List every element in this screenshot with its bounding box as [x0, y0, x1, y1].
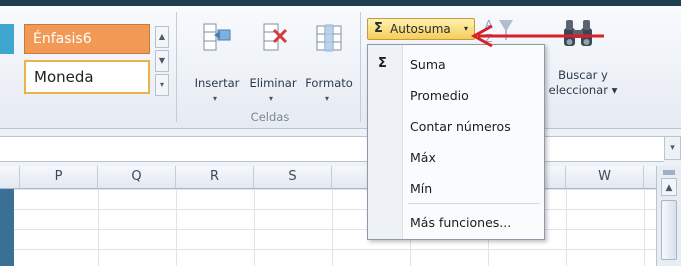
red-arrow-annotation: [470, 24, 604, 48]
cells-group: Insertar ▾ Eliminar ▾ Formato ▾ Celdas: [180, 6, 360, 128]
expand-formula-bar-button[interactable]: ▾: [664, 136, 681, 160]
menu-item-label: Suma: [410, 57, 446, 72]
column-header[interactable]: W: [566, 166, 644, 188]
menu-item-sum[interactable]: Σ Suma: [368, 53, 544, 77]
gallery-scroll-up-button[interactable]: ▲: [155, 26, 169, 48]
find-label-line2: eleccionar ▾: [548, 83, 618, 97]
group-divider: [176, 12, 177, 122]
vertical-scrollbar[interactable]: ▲: [656, 166, 681, 266]
style-swatch-partial[interactable]: [0, 24, 14, 54]
select-all-corner[interactable]: [0, 166, 20, 188]
style-accent6[interactable]: Énfasis6: [24, 24, 150, 54]
column-header[interactable]: Q: [98, 166, 176, 188]
autosum-label: Autosuma: [390, 22, 451, 36]
formula-input[interactable]: [0, 136, 664, 162]
delete-dropdown-arrow: ▾: [269, 94, 274, 103]
column-header[interactable]: S: [254, 166, 332, 188]
column-header[interactable]: R: [176, 166, 254, 188]
menu-item-more-functions[interactable]: Más funciones...: [368, 211, 544, 235]
grid-line: [98, 189, 99, 266]
menu-separator: [408, 203, 540, 204]
scroll-up-button[interactable]: ▲: [661, 178, 677, 196]
grid-line: [332, 189, 333, 266]
insert-dropdown-arrow: ▾: [213, 94, 218, 103]
grid-line: [644, 189, 645, 266]
scroll-thumb[interactable]: [661, 200, 677, 260]
format-dropdown-arrow: ▾: [325, 94, 330, 103]
format-label: Formato: [305, 76, 353, 90]
menu-item-max[interactable]: Máx: [368, 146, 544, 170]
excel-window: Énfasis6 Moneda ▲ ▼ ▾ Insertar ▾ Elimina…: [0, 6, 681, 266]
format-button[interactable]: Formato ▾: [298, 16, 360, 103]
menu-item-label: Máx: [410, 150, 436, 165]
group-divider: [360, 12, 361, 122]
menu-item-label: Promedio: [410, 88, 469, 103]
menu-item-label: Mín: [410, 181, 433, 196]
menu-item-min[interactable]: Mín: [368, 177, 544, 201]
menu-item-average[interactable]: Promedio: [368, 84, 544, 108]
autosum-menu: Σ Suma Promedio Contar números Máx Mín M…: [367, 44, 545, 240]
menu-item-label: Más funciones...: [410, 215, 512, 230]
sigma-icon: Σ: [374, 21, 383, 36]
grid-line: [566, 189, 567, 266]
delete-cells-icon: [263, 23, 288, 51]
gallery-scroll-down-button[interactable]: ▼: [155, 50, 169, 72]
row-headers[interactable]: [0, 189, 14, 266]
style-currency[interactable]: Moneda: [24, 60, 150, 94]
insert-cells-icon: [203, 23, 231, 51]
column-header[interactable]: P: [20, 166, 98, 188]
find-label-line1: Buscar y: [558, 68, 608, 82]
grid-line: [254, 189, 255, 266]
grid-line: [176, 189, 177, 266]
menu-item-count[interactable]: Contar números: [368, 115, 544, 139]
find-select-button[interactable]: Buscar y eleccionar ▾: [533, 68, 633, 98]
sigma-icon: Σ: [378, 56, 387, 71]
cells-group-label: Celdas: [250, 110, 290, 124]
menu-item-label: Contar números: [410, 119, 511, 134]
gallery-more-button[interactable]: ▾: [155, 74, 169, 96]
split-handle[interactable]: [663, 170, 675, 175]
cell-styles-gallery: Énfasis6 Moneda ▲ ▼ ▾: [0, 14, 172, 106]
column-headers: P Q R S W: [0, 166, 656, 189]
format-cells-icon: [316, 24, 342, 52]
